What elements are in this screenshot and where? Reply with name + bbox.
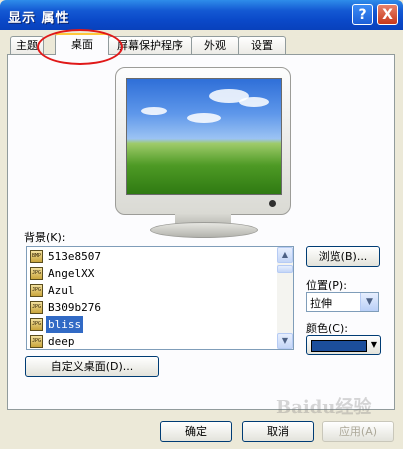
title-bar[interactable]: 显示 属性 ? X [0, 0, 403, 30]
jpg-file-icon: JPG [30, 267, 43, 280]
monitor-base [150, 222, 258, 238]
chevron-down-icon[interactable]: ▼ [360, 293, 378, 311]
scrollbar-thumb[interactable] [277, 265, 293, 273]
red-highlight-ellipse [37, 29, 123, 65]
power-led-icon [269, 200, 276, 207]
jpg-file-icon: JPG [30, 301, 43, 314]
jpg-file-icon: JPG [30, 335, 43, 348]
bmp-file-icon: BMP [30, 250, 43, 263]
color-picker-button[interactable]: ▼ [306, 335, 381, 355]
jpg-file-icon: JPG [30, 318, 43, 331]
scroll-down-arrow-icon[interactable]: ▼ [277, 333, 293, 349]
help-button[interactable]: ? [352, 4, 373, 25]
color-label: 颜色(C): [306, 322, 348, 335]
dropdown-arrow-icon: ▼ [370, 340, 377, 349]
browse-button[interactable]: 浏览(B)... [306, 246, 380, 267]
list-item[interactable]: JPG deep [30, 333, 278, 349]
tab-settings[interactable]: 设置 [238, 36, 286, 54]
monitor-preview [115, 67, 291, 215]
scroll-up-arrow-icon[interactable]: ▲ [277, 247, 293, 263]
ok-button[interactable]: 确定 [160, 421, 232, 442]
list-item[interactable]: JPG B309b276 [30, 299, 278, 316]
window-title: 显示 属性 [8, 11, 70, 26]
apply-button[interactable]: 应用(A) [322, 421, 394, 442]
background-list[interactable]: BMP 513e8507 JPG AngelXX JPG Azul JPG B3… [26, 246, 294, 350]
position-label: 位置(P): [306, 279, 347, 292]
jpg-file-icon: JPG [30, 284, 43, 297]
cancel-button[interactable]: 取消 [242, 421, 314, 442]
list-item[interactable]: JPG Azul [30, 282, 278, 299]
list-item[interactable]: JPG AngelXX [30, 265, 278, 282]
list-scrollbar[interactable]: ▲ ▼ [277, 247, 293, 349]
wallpaper-preview [126, 78, 282, 195]
customize-desktop-button[interactable]: 自定义桌面(D)... [25, 356, 159, 377]
position-select[interactable]: 拉伸 ▼ [306, 292, 379, 312]
tab-appearance[interactable]: 外观 [191, 36, 239, 54]
watermark: Baidu经验 [276, 397, 372, 418]
color-swatch [311, 340, 367, 352]
list-item[interactable]: BMP 513e8507 [30, 248, 278, 265]
list-item-selected[interactable]: JPG bliss [30, 316, 278, 333]
position-value: 拉伸 [310, 297, 332, 310]
close-button[interactable]: X [377, 4, 398, 25]
background-label: 背景(K): [24, 231, 66, 244]
